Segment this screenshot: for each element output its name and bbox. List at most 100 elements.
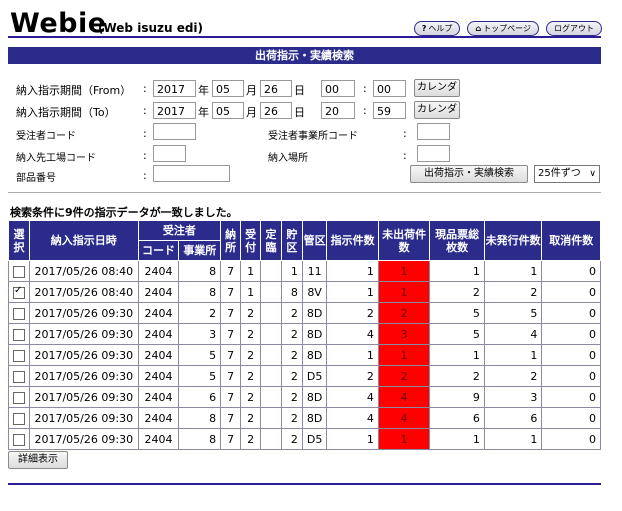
row-teirin (260, 386, 282, 408)
from-min-input[interactable]: 00 (373, 80, 406, 97)
juchusha-jigyo-input[interactable] (417, 123, 450, 140)
row-torikeshi: 0 (541, 365, 601, 387)
row-teirin (260, 281, 282, 303)
colon: : (143, 82, 147, 95)
header-teirin: 定臨 (260, 220, 282, 261)
from-month-input[interactable]: 05 (212, 80, 244, 97)
row-torikeshi: 0 (541, 281, 601, 303)
to-day-input[interactable]: 26 (260, 102, 292, 119)
row-kanku: D5 (301, 428, 328, 450)
month-unit: 月 (246, 84, 257, 97)
row-kanku: 8D (301, 302, 328, 324)
header-shiji: 指示件数 (326, 220, 379, 261)
juchusha-code-input[interactable] (153, 123, 196, 140)
colon: : (403, 149, 407, 162)
top-page-button[interactable]: ⌂ トップページ (467, 21, 539, 36)
logo: Webie (10, 8, 107, 39)
form-divider (8, 192, 601, 193)
row-kanku: 8D (301, 323, 328, 345)
row-checkbox[interactable] (13, 307, 25, 320)
row-kanku: D5 (301, 365, 328, 387)
row-checkbox[interactable] (13, 433, 25, 446)
row-checkbox[interactable] (13, 285, 25, 299)
row-genpin: 6 (429, 407, 485, 429)
row-mishukka: 4 (377, 407, 431, 429)
table-body: 2017/05/26 08:402404871111111102017/05/2… (8, 260, 601, 450)
help-button[interactable]: ? ヘルプ (413, 21, 461, 36)
header-kanku: 管区 (301, 220, 328, 261)
nonyusaki-label: 納入先工場コード (16, 153, 96, 164)
nonyubasho-input[interactable] (417, 145, 450, 162)
row-mishukka: 1 (377, 281, 431, 303)
row-uketsuke: 2 (240, 365, 262, 387)
row-teirin (260, 260, 282, 282)
row-genpin: 9 (429, 386, 485, 408)
row-uketsuke: 2 (240, 344, 262, 366)
row-select-cell (8, 386, 30, 408)
from-hour-input[interactable]: 00 (321, 80, 355, 97)
page-size-select[interactable]: 25件ずつ ∨ (534, 165, 600, 183)
row-datetime: 2017/05/26 09:30 (29, 302, 139, 324)
calendar-from-button[interactable]: カレンダ (414, 79, 460, 97)
row-code: 2404 (137, 302, 180, 324)
from-label: 納入指示期間（From） (16, 84, 132, 97)
from-year-input[interactable]: 2017 (153, 80, 196, 97)
row-torikeshi: 0 (541, 302, 601, 324)
row-nosho: 7 (220, 428, 242, 450)
sublogo: (Web isuzu edi) (98, 21, 204, 35)
calendar-to-button[interactable]: カレンダ (414, 101, 460, 119)
logout-button[interactable]: ログアウト (546, 21, 602, 36)
row-kanku: 8V (301, 281, 328, 303)
header-genpin: 現品票総枚数 (429, 220, 485, 261)
buhin-input[interactable] (153, 165, 230, 182)
row-kanku: 11 (301, 260, 328, 282)
row-jigyosho: 6 (178, 386, 222, 408)
detail-button[interactable]: 詳細表示 (8, 451, 68, 469)
row-chozo: 2 (280, 407, 303, 429)
to-month-input[interactable]: 05 (212, 102, 244, 119)
row-uketsuke: 2 (240, 302, 262, 324)
row-genpin: 2 (429, 281, 485, 303)
row-torikeshi: 0 (541, 260, 601, 282)
page-title: 出荷指示・実績検索 (8, 47, 601, 64)
table-row: 2017/05/26 08:40240487188V11220 (8, 281, 601, 303)
juchusha-jigyo-label: 受注者事業所コード (268, 131, 358, 142)
row-select-cell (8, 281, 30, 303)
result-message: 検索条件に9件の指示データが一致しました。 (10, 206, 238, 219)
row-mihakko: 2 (483, 281, 543, 303)
from-day-input[interactable]: 26 (260, 80, 292, 97)
to-min-input[interactable]: 59 (373, 102, 406, 119)
table-row: 2017/05/26 09:30 2404 6 7 2 2 8D 4 4 9 3 0 (8, 386, 601, 408)
colon: : (143, 104, 147, 117)
to-year-input[interactable]: 2017 (153, 102, 196, 119)
row-chozo: 2 (280, 344, 303, 366)
header-mishukka: 未出荷件数 (377, 220, 431, 261)
row-checkbox[interactable] (13, 349, 25, 362)
table-row: 2017/05/26 09:30 2404 8 7 2 2 D5 1 1 1 1 0 (8, 428, 601, 450)
row-checkbox[interactable] (13, 265, 25, 278)
row-select-cell (8, 365, 30, 387)
to-hour-input[interactable]: 20 (321, 102, 355, 119)
row-code: 2404 (137, 323, 180, 345)
row-code: 2404 (137, 260, 180, 282)
row-nosho: 7 (220, 260, 242, 282)
row-select-cell (8, 428, 30, 450)
row-datetime: 2017/05/26 09:30 (29, 365, 139, 387)
nonyusaki-input[interactable] (153, 145, 186, 162)
search-button[interactable]: 出荷指示・実績検索 (410, 165, 528, 183)
row-genpin: 1 (429, 344, 485, 366)
row-checkbox[interactable] (13, 412, 25, 425)
table-row: 2017/05/26 09:30 2404 2 7 2 2 8D 2 2 5 5 0 (8, 302, 601, 324)
row-genpin: 1 (429, 260, 485, 282)
row-genpin: 5 (429, 302, 485, 324)
row-checkbox[interactable] (13, 370, 25, 383)
row-checkbox[interactable] (13, 391, 25, 404)
colon: : (403, 127, 407, 140)
row-datetime: 2017/05/26 09:30 (29, 323, 139, 345)
row-jigyosho: 8 (178, 428, 222, 450)
month-unit: 月 (246, 106, 257, 119)
row-code: 2404 (137, 344, 180, 366)
row-datetime: 2017/05/26 09:30 (29, 428, 139, 450)
row-shiji: 1 (326, 344, 379, 366)
row-checkbox[interactable] (13, 328, 25, 341)
